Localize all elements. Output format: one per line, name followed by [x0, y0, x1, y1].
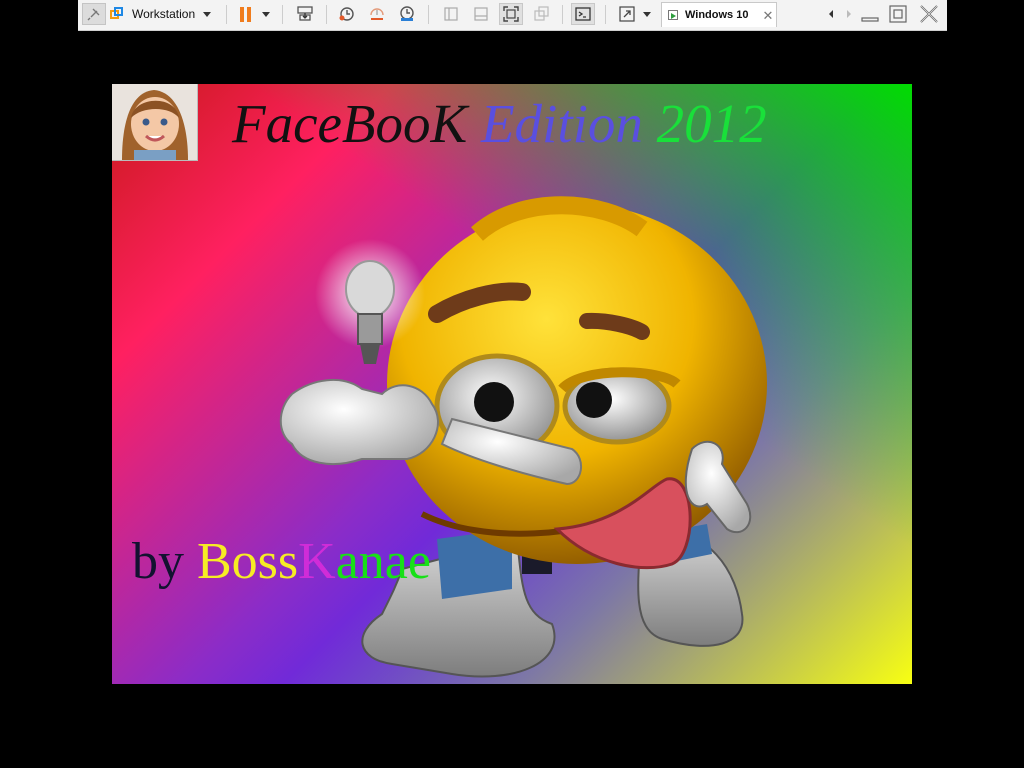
workstation-menu-label: Workstation: [132, 7, 196, 21]
chevron-down-icon: [262, 11, 270, 17]
workstation-logo-icon: [110, 7, 124, 21]
power-options-dropdown[interactable]: [260, 3, 272, 25]
byline-by: by: [132, 533, 184, 590]
scroll-right-icon: [847, 10, 851, 18]
pause-button[interactable]: [236, 3, 254, 25]
toolbar-divider: [562, 5, 563, 24]
snapshot-manager-button[interactable]: [396, 3, 418, 25]
workstation-menu[interactable]: Workstation: [110, 3, 220, 25]
toolbar-divider: [282, 5, 283, 24]
show-thumbnail-bar-button[interactable]: [470, 3, 492, 25]
chevron-down-icon: [643, 11, 651, 17]
close-button[interactable]: [918, 4, 940, 24]
byline-anae: anae: [335, 533, 431, 590]
restore-icon: [889, 5, 907, 23]
minimize-icon: [861, 17, 879, 22]
unity-icon: [474, 7, 488, 21]
author-byline: by BossKanae: [132, 532, 431, 591]
close-icon: [920, 5, 938, 23]
revert-snapshot-button[interactable]: [366, 3, 388, 25]
pin-icon: [87, 8, 100, 21]
byline-k: K: [298, 533, 336, 590]
console-icon: [575, 7, 591, 21]
console-view-icon: [444, 7, 458, 21]
send-ctrl-alt-del-icon: [297, 6, 313, 21]
scroll-tabs-right-button[interactable]: [842, 4, 856, 24]
snapshot-manager-icon: [400, 6, 414, 21]
toolbar-divider: [226, 5, 227, 24]
chevron-down-icon: [203, 11, 212, 17]
tab-windows-10[interactable]: Windows 10 ✕: [661, 2, 777, 27]
stretch-icon: [619, 6, 635, 22]
stretch-guest-button[interactable]: [616, 3, 638, 25]
toolbar-divider: [605, 5, 606, 24]
show-library-button[interactable]: [440, 3, 462, 25]
pause-icon: [238, 6, 252, 22]
snapshot-icon: [339, 7, 354, 21]
full-screen-icon: [503, 6, 519, 22]
restore-button[interactable]: [888, 4, 908, 24]
pin-toolbar-button[interactable]: [82, 3, 106, 25]
minimize-button[interactable]: [860, 4, 880, 24]
no-border-icon: [534, 6, 549, 21]
unity-button[interactable]: [530, 3, 552, 25]
avatar: [112, 84, 198, 161]
toolbar-divider: [428, 5, 429, 24]
vmware-toolbar: Workstation Windows 10 ✕: [78, 0, 947, 31]
full-screen-button[interactable]: [499, 3, 523, 25]
console-button[interactable]: [571, 3, 595, 25]
vm-guest-screen[interactable]: FaceBooK Edition 2012 by BossKanae: [112, 84, 912, 684]
take-snapshot-button[interactable]: [336, 3, 358, 25]
stretch-options-dropdown[interactable]: [641, 3, 653, 25]
tab-close-icon[interactable]: ✕: [762, 9, 773, 22]
tab-label: Windows 10: [685, 9, 749, 21]
vm-tab-icon: [668, 9, 680, 21]
send-ctrl-alt-del-button[interactable]: [294, 3, 316, 25]
byline-boss: Boss: [197, 533, 299, 590]
smiley-character-illustration: [279, 196, 767, 678]
scroll-left-icon: [829, 10, 833, 18]
toolbar-divider: [326, 5, 327, 24]
scroll-tabs-left-button[interactable]: [824, 4, 838, 24]
revert-snapshot-icon: [370, 8, 384, 20]
